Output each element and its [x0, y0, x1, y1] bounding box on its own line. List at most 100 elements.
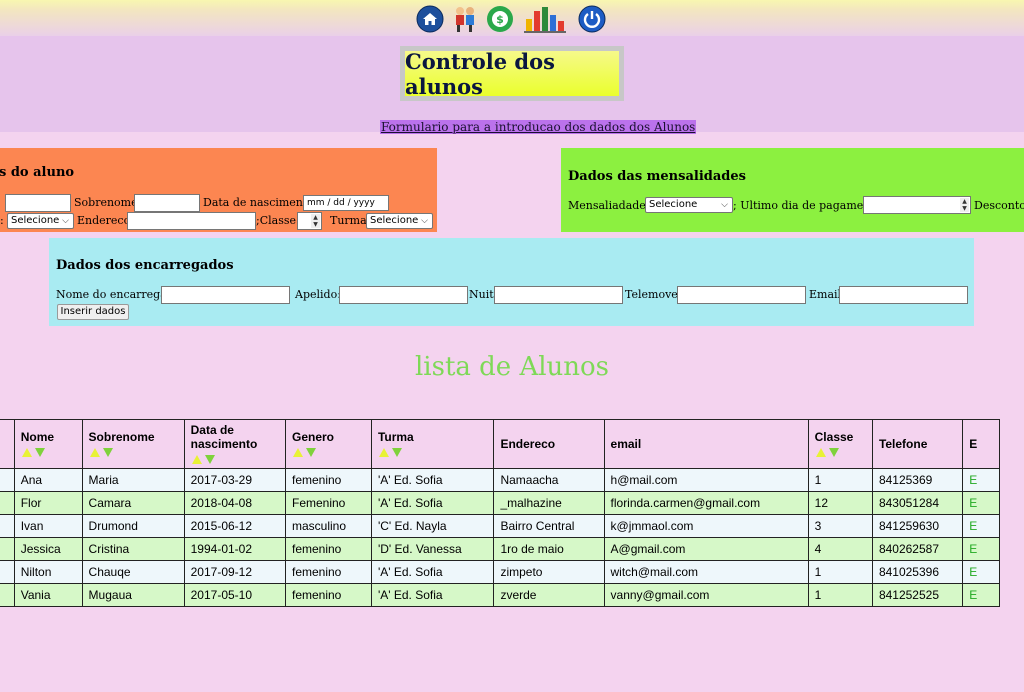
table-row[interactable]: Jessica Cristina 1994-01-02 femenino 'D' Ed.… — [0, 537, 1000, 561]
table-cell: 1 — [807, 560, 873, 584]
table-cell: 'D' Ed. Vanessa — [370, 537, 495, 561]
table-cell: Namaacha — [493, 468, 605, 492]
table-row[interactable]: Ivan Drumond 2015-06-12 masculino 'C' Ed. Na… — [0, 514, 1000, 538]
column-header-nome[interactable]: Nome — [13, 419, 83, 469]
students-table-body: Ana Maria 2017-03-29 femenino 'A' Ed. Sofia N… — [0, 468, 1000, 607]
column-header-telefone[interactable]: Telefone — [871, 419, 964, 469]
column-header-genero[interactable]: Genero — [284, 419, 372, 469]
fees-select-value: Selecione — [649, 199, 698, 210]
class-label: ;Classe: — [256, 214, 300, 227]
table-cell: 2017-05-10 — [183, 583, 286, 607]
guardian-name-input[interactable] — [161, 286, 290, 304]
table-cell: A@gmail.com — [603, 537, 809, 561]
nuit-input[interactable] — [494, 286, 623, 304]
column-header-label: Genero — [291, 430, 334, 444]
email-input[interactable] — [839, 286, 968, 304]
column-header-label: Turma — [377, 430, 414, 444]
table-cell: Drumond — [81, 514, 185, 538]
home-icon[interactable] — [416, 5, 444, 33]
column-header-extra[interactable]: E — [962, 419, 1000, 469]
column-header-label: Data de nascimento — [190, 423, 258, 451]
table-cell: witch@mail.com — [603, 560, 809, 584]
table-cell: Jessica — [13, 537, 83, 561]
column-header-endereco[interactable]: Endereco — [493, 419, 605, 469]
table-cell: Ana — [13, 468, 83, 492]
table-cell: zimpeto — [493, 560, 605, 584]
table-cell: _malhazine — [493, 491, 605, 515]
table-row[interactable]: Vania Mugaua 2017-05-10 femenino 'A' Ed. Sof… — [0, 583, 1000, 607]
top-nav-bar: $ — [0, 0, 1024, 36]
table-cell: 840262587 — [871, 537, 964, 561]
table-row[interactable]: Flor Camara 2018-04-08 Femenino 'A' Ed. Sofi… — [0, 491, 1000, 515]
form-intro-link[interactable]: Formulario para a introducao dos dados d… — [380, 120, 697, 134]
table-cell[interactable]: E — [962, 583, 1000, 607]
table-cell: Maria — [81, 468, 185, 492]
surname-input[interactable] — [134, 194, 200, 212]
chevron-down-icon: ⌵ — [721, 200, 728, 210]
table-cell: Vania — [13, 583, 83, 607]
table-cell[interactable]: E — [962, 560, 1000, 584]
class-stepper[interactable]: ▲ ▼ — [297, 212, 322, 230]
table-cell: Camara — [81, 491, 185, 515]
guardian-panel: Dados dos encarregados Nome do encarrega… — [49, 238, 974, 326]
column-header-nascimento[interactable]: Data de nascimento — [183, 419, 286, 469]
table-cell: 2018-04-08 — [183, 491, 286, 515]
birthdate-input[interactable]: mm / dd / yyyy — [303, 195, 389, 211]
sort-arrows-icon[interactable] — [292, 446, 365, 458]
table-cell: Ivan — [13, 514, 83, 538]
address-input[interactable] — [127, 212, 256, 230]
students-icon[interactable] — [451, 5, 479, 33]
table-cell[interactable]: E — [962, 514, 1000, 538]
sort-arrows-icon[interactable] — [191, 453, 279, 465]
mobile-input[interactable] — [677, 286, 806, 304]
stepper-arrows-icon[interactable]: ▲ ▼ — [311, 214, 320, 228]
fees-label: Mensaliadades: — [568, 199, 656, 212]
table-cell: 2017-03-29 — [183, 468, 286, 492]
table-cell[interactable]: E — [962, 468, 1000, 492]
column-header-turma[interactable]: Turma — [370, 419, 495, 469]
table-cell: 841252525 — [871, 583, 964, 607]
payment-icon[interactable]: $ — [486, 5, 514, 33]
chevron-down-icon: ⌵ — [62, 216, 69, 226]
stepper-arrows-icon[interactable]: ▲ ▼ — [960, 198, 969, 212]
column-header-sobrenome[interactable]: Sobrenome — [81, 419, 185, 469]
chart-icon[interactable] — [523, 5, 567, 33]
last-payment-input[interactable]: ▲ ▼ — [863, 196, 971, 214]
first-name-input[interactable] — [5, 194, 71, 212]
column-header-classe[interactable]: Classe — [807, 419, 873, 469]
guardian-surname-input[interactable] — [339, 286, 468, 304]
table-cell[interactable]: E — [962, 537, 1000, 561]
fees-select[interactable]: Selecione ⌵ — [645, 197, 733, 213]
table-cell: femenino — [284, 583, 372, 607]
table-cell[interactable]: E — [962, 491, 1000, 515]
table-cell: 1ro de maio — [493, 537, 605, 561]
insert-data-button[interactable]: Inserir dados — [57, 304, 129, 320]
table-row[interactable]: Ana Maria 2017-03-29 femenino 'A' Ed. Sofia N… — [0, 468, 1000, 492]
column-header-email[interactable]: email — [603, 419, 809, 469]
table-cell: Bairro Central — [493, 514, 605, 538]
table-row[interactable]: Nilton Chauqe 2017-09-12 femenino 'A' Ed. So… — [0, 560, 1000, 584]
table-cell: 841025396 — [871, 560, 964, 584]
table-cell — [0, 560, 15, 584]
table-cell: femenino — [284, 560, 372, 584]
table-cell: 1 — [807, 468, 873, 492]
table-cell — [0, 468, 15, 492]
table-cell: 12 — [807, 491, 873, 515]
table-cell: masculino — [284, 514, 372, 538]
sort-arrows-icon[interactable] — [89, 446, 178, 458]
birthdate-label: Data de nascimento: — [203, 196, 318, 209]
page-title: Controle dos alunos — [400, 46, 624, 101]
sort-arrows-icon[interactable] — [815, 446, 866, 458]
table-cell: Mugaua — [81, 583, 185, 607]
table-cell: 841259630 — [871, 514, 964, 538]
student-panel-heading: s do aluno — [0, 165, 75, 180]
power-icon[interactable] — [578, 5, 606, 33]
table-cell: 'A' Ed. Sofia — [370, 491, 495, 515]
table-cell: femenino — [284, 537, 372, 561]
sort-arrows-icon[interactable] — [21, 446, 76, 458]
column-header[interactable] — [0, 419, 15, 469]
sort-arrows-icon[interactable] — [378, 446, 488, 458]
gender-select[interactable]: Selecione ⌵ — [7, 213, 74, 229]
table-cell: 'A' Ed. Sofia — [370, 468, 495, 492]
turma-select[interactable]: Selecione ⌵ — [366, 213, 433, 229]
